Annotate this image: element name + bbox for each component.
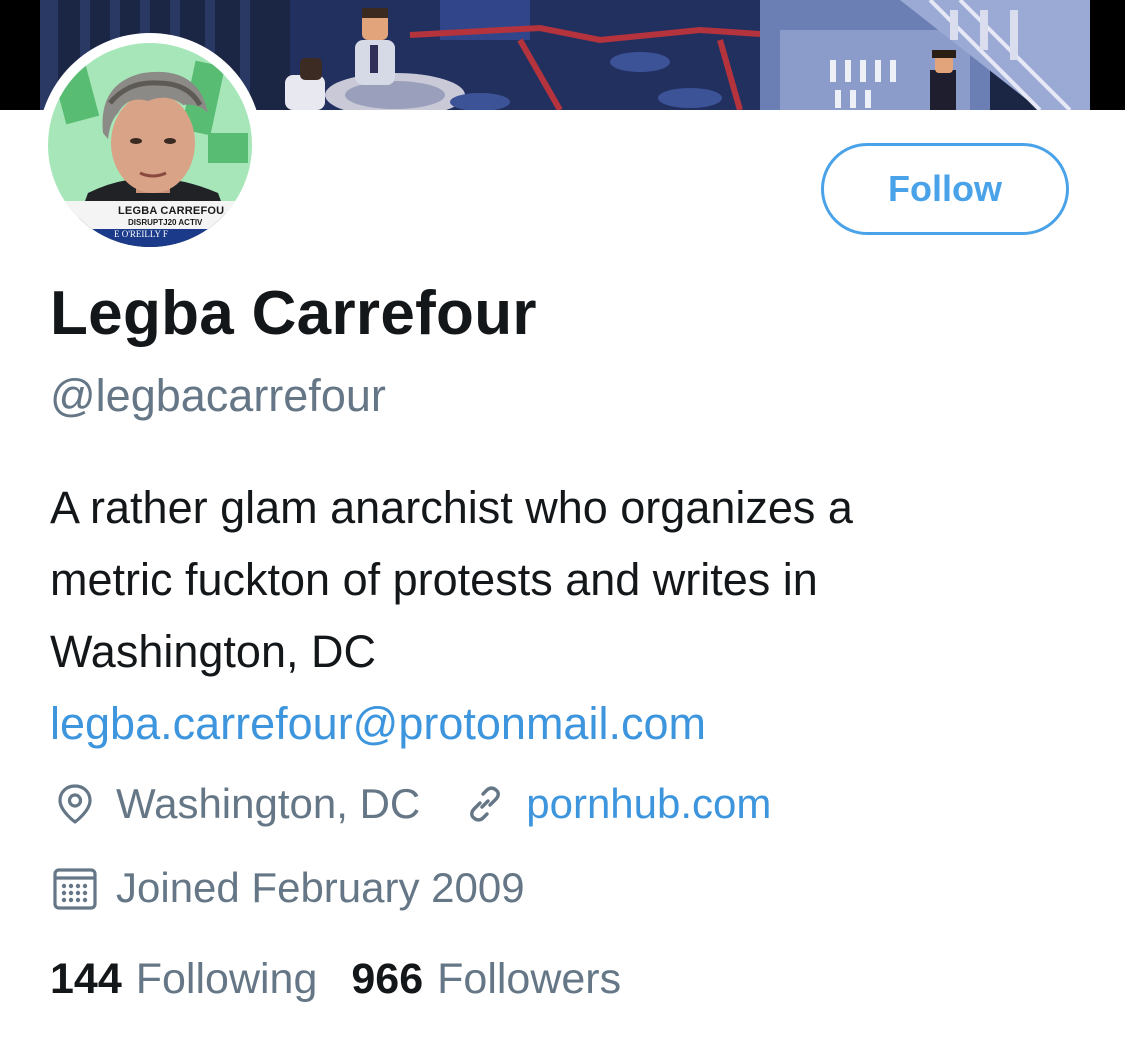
profile-location: Washington, DC [116,780,421,827]
follow-button[interactable]: Follow [821,143,1069,235]
followers-stat[interactable]: 966 Followers [351,955,621,1004]
profile-avatar[interactable]: LEGBA CARREFOU DISRUPTJ20 ACTIV E O'REIL… [38,33,262,257]
location-pin-icon [50,779,100,829]
bio-line: metric fuckton of protests and writes in [50,554,818,605]
avatar-photo: LEGBA CARREFOU DISRUPTJ20 ACTIV E O'REIL… [48,43,252,247]
profile-stats: 144 Following 966 Followers [50,955,621,1004]
profile-page: LEGBA CARREFOU DISRUPTJ20 ACTIV E O'REIL… [0,0,1125,1053]
bio-email-link[interactable]: legba.carrefour@protonmail.com [50,688,1090,760]
bio-line: Washington, DC [50,626,376,677]
following-label: Following [135,955,318,1003]
profile-meta-location-website: Washington, DC pornhub.com [50,776,771,832]
profile-bio: A rather glam anarchist who organizes a … [50,472,1090,760]
following-stat[interactable]: 144 Following [50,955,317,1004]
profile-meta-joined: Joined February 2009 [50,860,525,916]
profile-website-link[interactable]: pornhub.com [526,780,771,828]
followers-label: Followers [437,955,622,1003]
profile-handle: @legbacarrefour [50,370,386,421]
following-count: 144 [50,955,122,1003]
followers-count: 966 [351,955,424,1003]
bio-line: A rather glam anarchist who organizes a [50,482,853,533]
profile-joined-date: Joined February 2009 [116,864,525,911]
link-icon [460,779,510,829]
calendar-icon [50,863,100,913]
profile-display-name: Legba Carrefour [50,279,537,348]
avatar-illustration [48,43,252,247]
